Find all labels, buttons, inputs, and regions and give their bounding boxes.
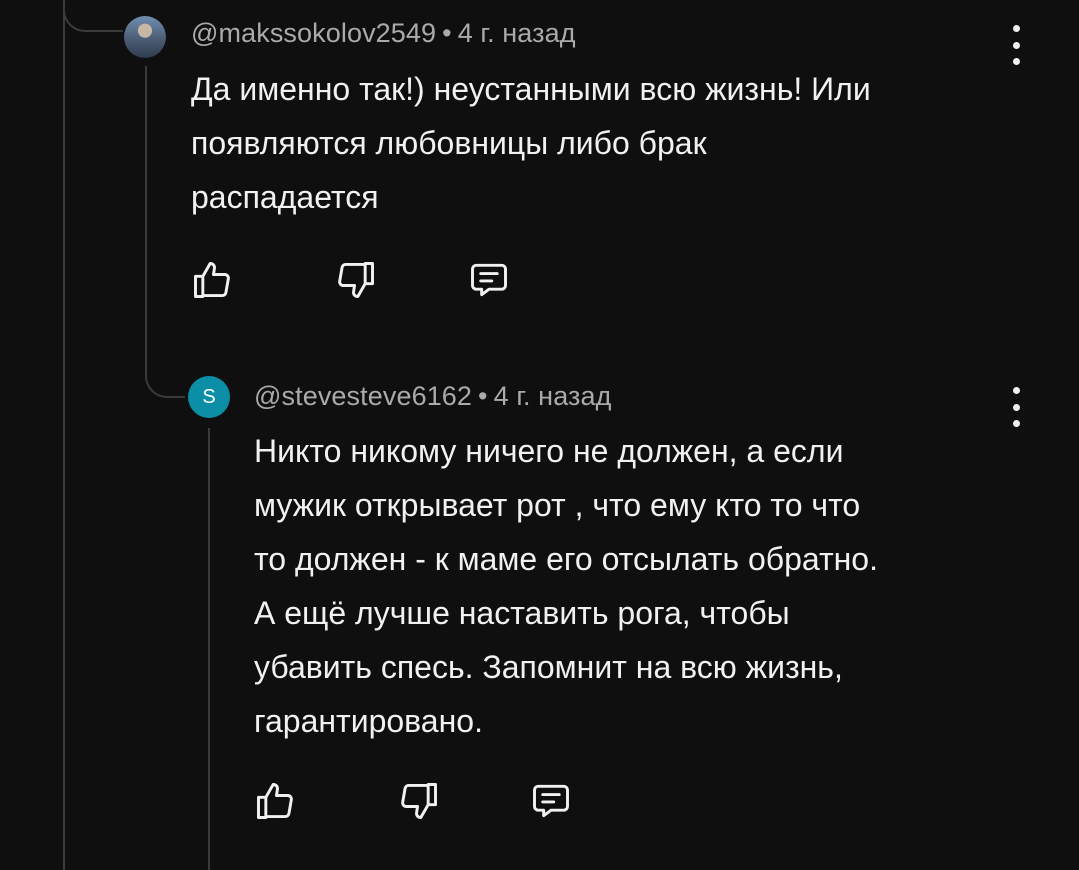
comment-text-line: гарантировано. xyxy=(254,703,483,739)
author-handle[interactable]: @stevesteve6162 xyxy=(254,381,472,411)
author-handle[interactable]: @makssokolov2549 xyxy=(191,18,436,48)
avatar-letter: S xyxy=(202,385,216,408)
comment-text-line: Никто никому ничего не должен, а если xyxy=(254,433,844,469)
thread-line-nested xyxy=(208,428,210,870)
thread-connector-reply xyxy=(145,356,185,398)
meta-separator: • xyxy=(478,381,488,411)
reply-comment-icon xyxy=(471,263,507,297)
comment-timestamp: 4 г. назад xyxy=(493,381,612,411)
comment-text-line: убавить спесь. Запомнит на всю жизнь, xyxy=(254,649,843,685)
more-vertical-icon[interactable] xyxy=(1006,387,1026,427)
thread-line-outer xyxy=(63,0,65,870)
comment-timestamp: 4 г. назад xyxy=(457,18,576,48)
comment-text-line: мужик открывает рот , что ему кто то что xyxy=(254,487,861,523)
thumbs-up-icon xyxy=(257,783,293,819)
avatar[interactable]: S xyxy=(188,376,230,418)
comment-meta: @makssokolov2549 • 4 г. назад xyxy=(191,18,576,49)
reply-button[interactable] xyxy=(464,255,514,305)
comment-meta: @stevesteve6162 • 4 г. назад xyxy=(254,381,611,412)
comment-text: Да именно так!) неустанными всю жизнь! И… xyxy=(191,62,871,224)
comment-text-line: Да именно так!) неустанными всю жизнь! И… xyxy=(191,71,871,107)
comment-text-line: распадается xyxy=(191,179,379,215)
dislike-button[interactable] xyxy=(394,776,444,826)
avatar[interactable] xyxy=(124,16,166,58)
thread-connector-top xyxy=(63,0,123,32)
thumbs-up-icon xyxy=(194,262,230,298)
like-button[interactable] xyxy=(187,255,237,305)
meta-separator: • xyxy=(442,18,452,48)
thread-line-reply xyxy=(145,66,147,356)
reply-button[interactable] xyxy=(526,776,576,826)
comment-text: Никто никому ничего не должен, а если му… xyxy=(254,424,878,748)
thumbs-down-icon xyxy=(401,783,437,819)
comment-text-line: то должен - к маме его отсылать обратно. xyxy=(254,541,878,577)
like-button[interactable] xyxy=(250,776,300,826)
thumbs-down-icon xyxy=(338,262,374,298)
comment-text-line: А ещё лучше наставить рога, чтобы xyxy=(254,595,790,631)
more-vertical-icon[interactable] xyxy=(1006,25,1026,65)
comment-thread: @makssokolov2549 • 4 г. назад Да именно та… xyxy=(0,0,1079,870)
reply-comment-icon xyxy=(533,784,569,818)
dislike-button[interactable] xyxy=(331,255,381,305)
comment-text-line: появляются любовницы либо брак xyxy=(191,125,707,161)
